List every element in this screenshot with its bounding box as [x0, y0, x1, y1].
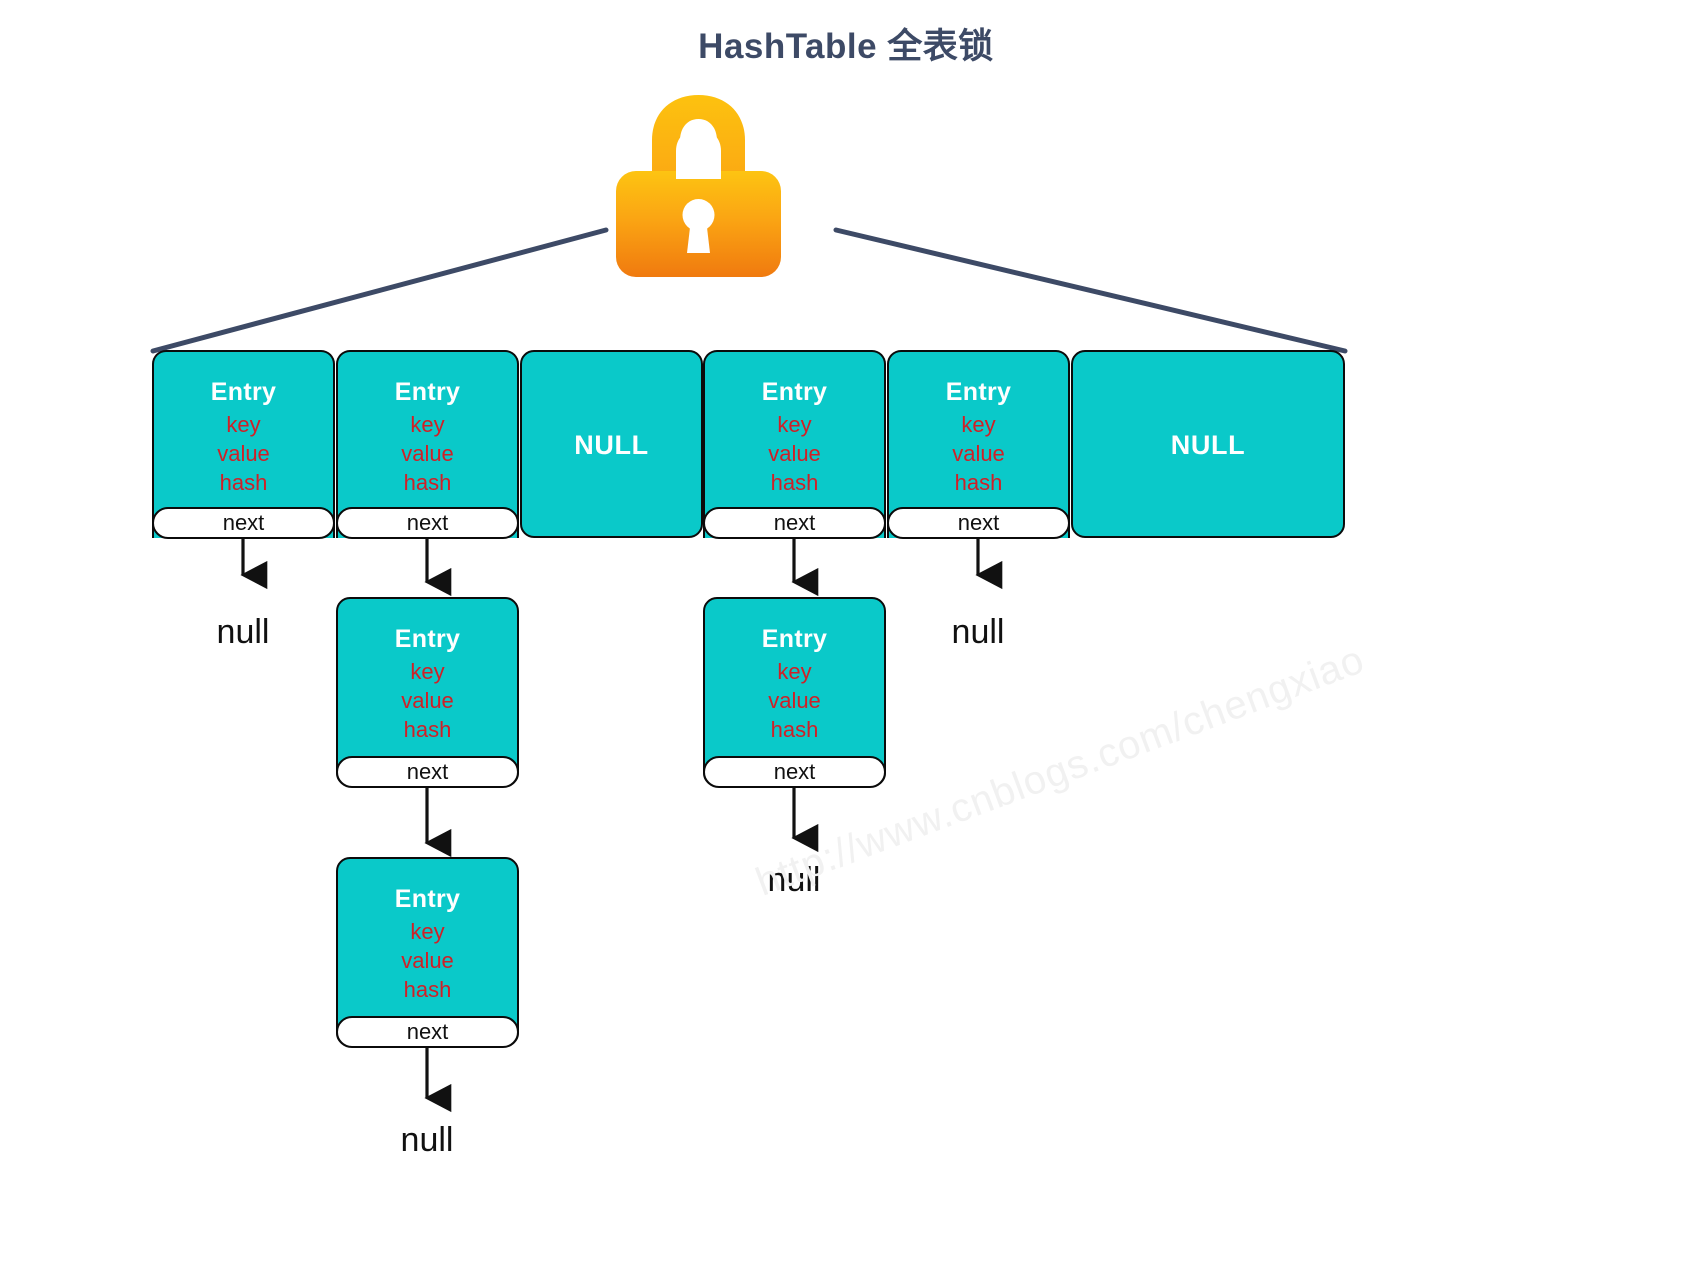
bucket-1-key: key [410, 412, 445, 437]
bucket-3-next[interactable]: next [703, 507, 886, 539]
bucket-3-value: value [768, 441, 821, 466]
chain-node-b3-n1[interactable]: Entry key value hash next [703, 597, 886, 788]
bucket-1[interactable]: Entry key value hash next [336, 350, 519, 539]
chain-node-b3-n1-next[interactable]: next [703, 756, 886, 788]
chain-node-b1-n2-key: key [410, 919, 445, 944]
bucket-2[interactable]: NULL [520, 350, 703, 538]
chain-node-b1-n1-next[interactable]: next [336, 756, 519, 788]
chain-node-b1-n2[interactable]: Entry key value hash next [336, 857, 519, 1048]
bucket-0-hash: hash [219, 470, 268, 495]
bucket-5[interactable]: NULL [1071, 350, 1345, 538]
null-terminator-b1: null [400, 1121, 454, 1159]
chain-node-b3-n1-hash: hash [770, 717, 819, 742]
bucket-4-value: value [952, 441, 1005, 466]
bucket-0-header: Entry [210, 378, 277, 406]
bucket-3-header: Entry [761, 378, 828, 406]
bucket-0[interactable]: Entry key value hash next [152, 350, 335, 539]
bucket-0-next[interactable]: next [152, 507, 335, 539]
page-title: HashTable 全表锁 [698, 27, 994, 66]
chain-node-b1-n1[interactable]: Entry key value hash next [336, 597, 519, 788]
bucket-3[interactable]: Entry key value hash next [703, 350, 886, 539]
bucket-2-header: NULL [574, 430, 649, 460]
bucket-4-hash: hash [954, 470, 1003, 495]
chain-node-b3-n1-header: Entry [761, 625, 828, 653]
lock-line-left [150, 227, 609, 354]
chain-node-b1-n2-hash: hash [403, 977, 452, 1002]
bucket-0-key: key [226, 412, 261, 437]
chain-node-b1-n1-key: key [410, 659, 445, 684]
bucket-1-hash: hash [403, 470, 452, 495]
bucket-4-next[interactable]: next [887, 507, 1070, 539]
chain-node-b1-n2-value: value [401, 948, 454, 973]
null-terminator-b4: null [951, 613, 1005, 651]
chain-node-b1-n1-value: value [401, 688, 454, 713]
bucket-3-hash: hash [770, 470, 819, 495]
null-terminator-b0: null [216, 613, 270, 651]
bucket-4-key: key [961, 412, 996, 437]
chain-node-b1-n2-next[interactable]: next [336, 1016, 519, 1048]
bucket-3-key: key [777, 412, 812, 437]
bucket-1-next[interactable]: next [336, 507, 519, 539]
chain-node-b3-n1-value: value [768, 688, 821, 713]
lock-line-right [833, 227, 1348, 354]
diagram-canvas: HashTable 全表锁 Entry key value hash next … [0, 0, 1692, 1264]
chain-node-b1-n1-header: Entry [394, 625, 461, 653]
bucket-1-header: Entry [394, 378, 461, 406]
chain-node-b3-n1-key: key [777, 659, 812, 684]
chain-node-b1-n2-header: Entry [394, 885, 461, 913]
chain-node-b1-n1-hash: hash [403, 717, 452, 742]
bucket-4[interactable]: Entry key value hash next [887, 350, 1070, 539]
bucket-1-value: value [401, 441, 454, 466]
bucket-5-header: NULL [1170, 430, 1246, 460]
bucket-4-header: Entry [945, 378, 1012, 406]
padlock-icon [596, 85, 801, 300]
bucket-0-value: value [217, 441, 270, 466]
